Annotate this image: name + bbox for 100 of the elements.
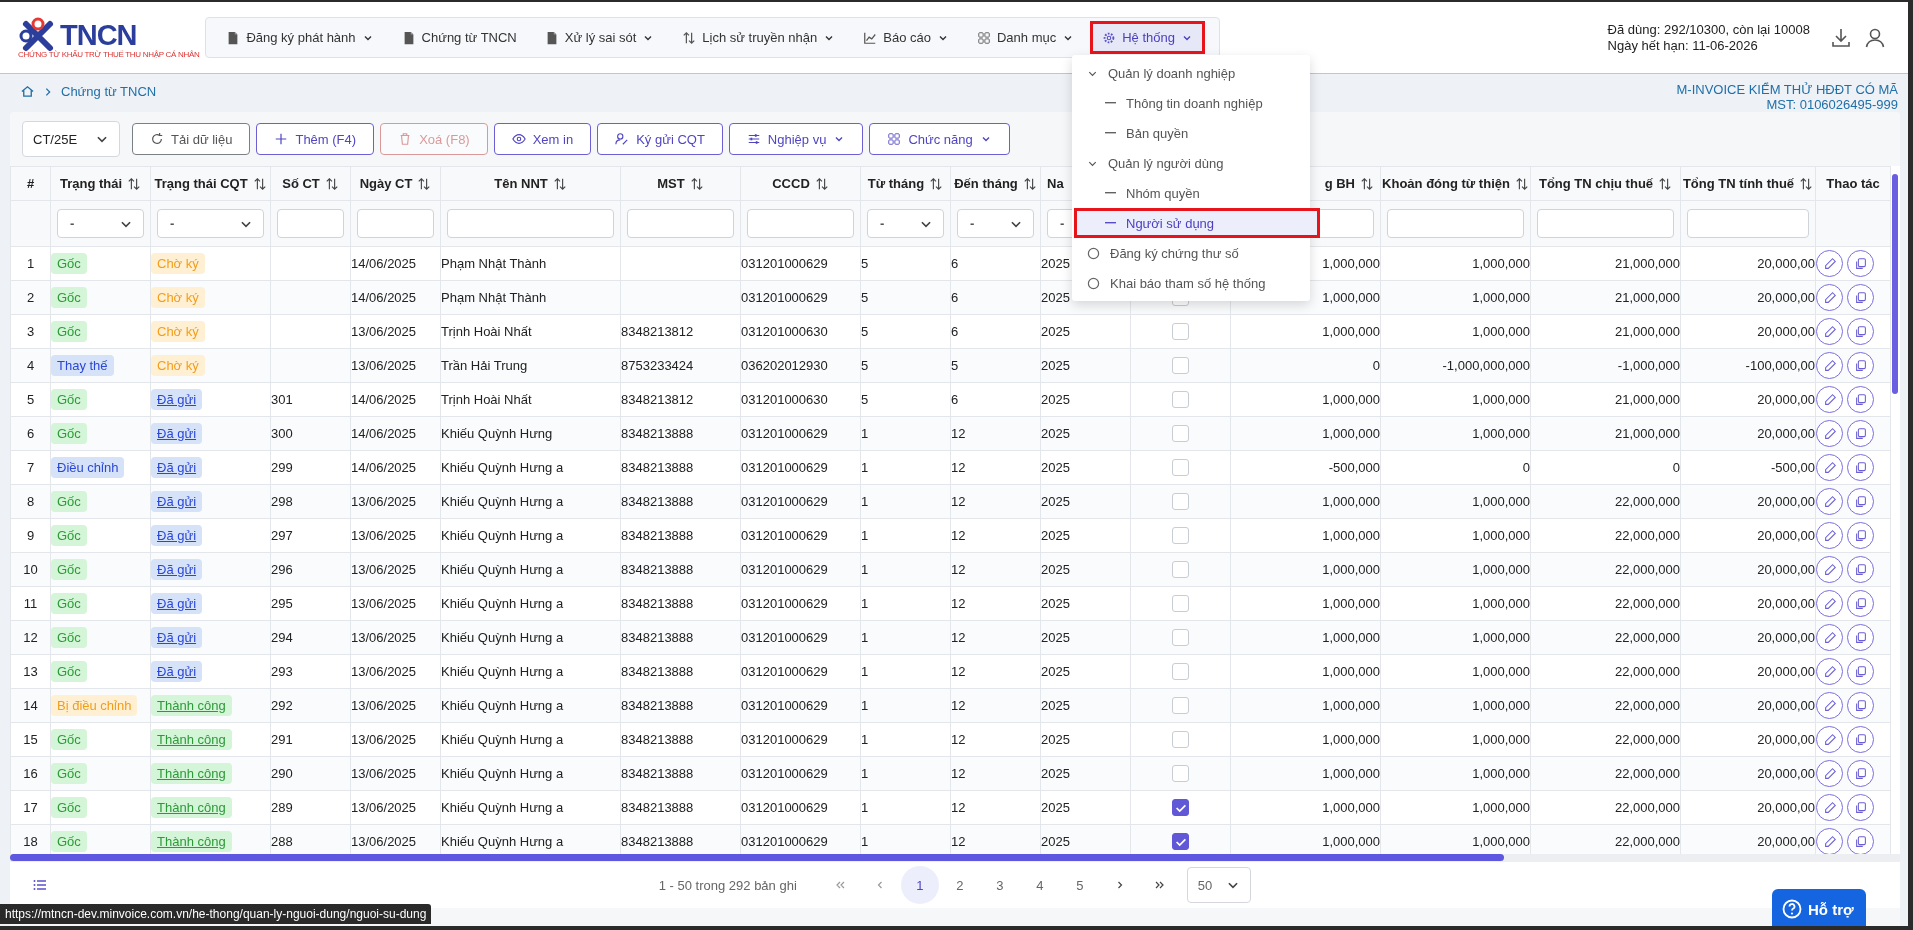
edit-icon[interactable] xyxy=(1816,352,1843,379)
filter-field[interactable] xyxy=(277,209,344,238)
filter-field[interactable] xyxy=(447,209,614,238)
status-tag[interactable]: Đã gửi xyxy=(151,423,203,444)
series-select[interactable]: CT/25E xyxy=(22,121,120,157)
menu-group[interactable]: Quản lý người dùng xyxy=(1074,148,1320,178)
list-icon[interactable] xyxy=(32,877,48,893)
sort-icon[interactable] xyxy=(1799,176,1814,191)
copy-icon[interactable] xyxy=(1847,488,1874,515)
page-size-select[interactable]: 50 xyxy=(1186,867,1252,903)
toolbar-button[interactable]: Thêm (F4) xyxy=(256,123,375,155)
copy-icon[interactable] xyxy=(1847,760,1874,787)
copy-icon[interactable] xyxy=(1847,250,1874,277)
sort-icon[interactable] xyxy=(252,176,267,191)
copy-icon[interactable] xyxy=(1847,420,1874,447)
status-tag[interactable]: Thành công xyxy=(151,695,232,716)
status-tag[interactable]: Thành công xyxy=(151,763,232,784)
checkbox[interactable] xyxy=(1172,799,1189,817)
nav-item[interactable]: Danh mục xyxy=(964,21,1087,54)
sort-icon[interactable] xyxy=(552,176,567,191)
status-tag[interactable]: Đã gửi xyxy=(151,627,203,648)
status-tag[interactable]: Đã gửi xyxy=(151,661,203,682)
nav-item[interactable]: Chứng từ TNCN xyxy=(389,21,529,54)
nav-item[interactable]: Hệ thống xyxy=(1090,21,1205,54)
home-icon[interactable] xyxy=(20,84,35,99)
copy-icon[interactable] xyxy=(1847,386,1874,413)
filter-select[interactable]: - xyxy=(867,209,944,238)
sort-icon[interactable] xyxy=(1514,176,1529,191)
status-tag[interactable]: Thành công xyxy=(151,797,232,818)
copy-icon[interactable] xyxy=(1847,692,1874,719)
filter-select[interactable]: - xyxy=(157,209,264,238)
edit-icon[interactable] xyxy=(1816,454,1843,481)
menu-item[interactable]: Người sử dụng xyxy=(1074,208,1320,238)
status-tag[interactable]: Thành công xyxy=(151,729,232,750)
sort-icon[interactable] xyxy=(417,176,432,191)
copy-icon[interactable] xyxy=(1847,726,1874,753)
status-tag[interactable]: Đã gửi xyxy=(151,559,203,580)
filter-field[interactable] xyxy=(747,209,854,238)
sort-icon[interactable] xyxy=(127,176,142,191)
breadcrumb-link[interactable]: Chứng từ TNCN xyxy=(61,84,157,99)
menu-item[interactable]: Thông tin doanh nghiệp xyxy=(1074,88,1320,118)
toolbar-button[interactable]: Xem in xyxy=(493,123,592,155)
edit-icon[interactable] xyxy=(1816,522,1843,549)
copy-icon[interactable] xyxy=(1847,556,1874,583)
nav-item[interactable]: Lịch sử truyền nhận xyxy=(670,21,848,54)
toolbar-button[interactable]: Chức năng xyxy=(869,123,1010,155)
sort-icon[interactable] xyxy=(689,176,704,191)
page-button[interactable]: 1 xyxy=(900,866,939,904)
nav-item[interactable]: Đăng ký phát hành xyxy=(214,21,386,54)
toolbar-button[interactable]: Ký gửi CQT xyxy=(597,123,723,155)
scrollbar[interactable] xyxy=(10,854,1504,861)
filter-field[interactable] xyxy=(357,209,434,238)
checkbox[interactable] xyxy=(1172,833,1189,851)
copy-icon[interactable] xyxy=(1847,454,1874,481)
copy-icon[interactable] xyxy=(1847,658,1874,685)
toolbar-button[interactable]: Tải dữ liệu xyxy=(132,123,251,155)
status-tag[interactable]: Thành công xyxy=(151,831,232,852)
copy-icon[interactable] xyxy=(1847,828,1874,854)
copy-icon[interactable] xyxy=(1847,284,1874,311)
filter-field[interactable] xyxy=(1687,209,1809,238)
copy-icon[interactable] xyxy=(1847,794,1874,821)
page-button[interactable]: 3 xyxy=(980,866,1019,904)
edit-icon[interactable] xyxy=(1816,250,1843,277)
menu-item[interactable]: Đăng ký chứng thư số xyxy=(1074,238,1320,268)
edit-icon[interactable] xyxy=(1816,726,1843,753)
edit-icon[interactable] xyxy=(1816,760,1843,787)
edit-icon[interactable] xyxy=(1816,658,1843,685)
filter-field[interactable] xyxy=(627,209,734,238)
edit-icon[interactable] xyxy=(1816,828,1843,854)
copy-icon[interactable] xyxy=(1847,590,1874,617)
edit-icon[interactable] xyxy=(1816,692,1843,719)
page-button[interactable]: 2 xyxy=(940,866,979,904)
menu-item[interactable]: Khai báo tham số hệ thống xyxy=(1074,268,1320,298)
menu-item[interactable]: Bản quyền xyxy=(1074,118,1320,148)
menu-group[interactable]: Quản lý doanh nghiệp xyxy=(1074,58,1320,88)
copy-icon[interactable] xyxy=(1847,352,1874,379)
nav-item[interactable]: Báo cáo xyxy=(851,21,961,54)
edit-icon[interactable] xyxy=(1816,624,1843,651)
edit-icon[interactable] xyxy=(1816,794,1843,821)
status-tag[interactable]: Đã gửi xyxy=(151,389,203,410)
filter-select[interactable]: - xyxy=(957,209,1034,238)
sort-icon[interactable] xyxy=(1360,176,1374,191)
sort-icon[interactable] xyxy=(814,176,829,191)
copy-icon[interactable] xyxy=(1847,318,1874,345)
page-button[interactable]: 5 xyxy=(1060,866,1099,904)
status-tag[interactable]: Đã gửi xyxy=(151,593,203,614)
sort-icon[interactable] xyxy=(929,176,944,191)
filter-field[interactable] xyxy=(1387,209,1524,238)
edit-icon[interactable] xyxy=(1816,590,1843,617)
edit-icon[interactable] xyxy=(1816,318,1843,345)
edit-icon[interactable] xyxy=(1816,488,1843,515)
sort-icon[interactable] xyxy=(1658,176,1673,191)
support-button[interactable]: Hỗ trợ xyxy=(1772,889,1866,926)
filter-field[interactable] xyxy=(1537,209,1674,238)
edit-icon[interactable] xyxy=(1816,284,1843,311)
sort-icon[interactable] xyxy=(324,176,339,191)
copy-icon[interactable] xyxy=(1847,522,1874,549)
copy-icon[interactable] xyxy=(1847,624,1874,651)
toolbar-button[interactable]: Nghiệp vụ xyxy=(728,123,864,155)
status-tag[interactable]: Đã gửi xyxy=(151,491,203,512)
